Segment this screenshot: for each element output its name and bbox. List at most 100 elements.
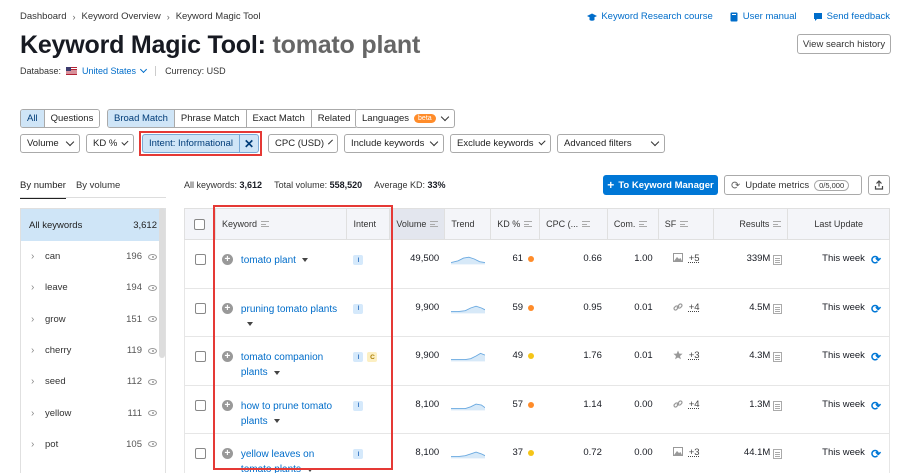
- sidebar-item-seed[interactable]: › seed 112: [21, 366, 165, 397]
- eye-icon[interactable]: [148, 253, 157, 260]
- add-keyword-icon[interactable]: +: [221, 302, 233, 314]
- keyword-link[interactable]: how to prune tomato plants: [241, 399, 342, 429]
- add-keyword-icon[interactable]: +: [221, 448, 233, 460]
- sidebar-item-yellow[interactable]: › yellow 111: [21, 397, 165, 428]
- tab-all[interactable]: All: [21, 110, 45, 127]
- tab-exact-match[interactable]: Exact Match: [246, 110, 312, 127]
- header-kd[interactable]: KD %: [491, 209, 541, 239]
- row-checkbox[interactable]: [194, 448, 206, 460]
- row-checkbox[interactable]: [194, 302, 206, 314]
- kd-filter[interactable]: KD %: [86, 134, 134, 153]
- sidebar-item-pot[interactable]: › pot 105: [21, 429, 165, 460]
- serp-features-more[interactable]: +3: [689, 447, 700, 458]
- row-checkbox[interactable]: [194, 351, 206, 363]
- caret-down-icon[interactable]: [301, 258, 308, 263]
- include-keywords-filter[interactable]: Include keywords: [344, 134, 444, 153]
- header-competition[interactable]: Com.: [608, 209, 659, 239]
- select-all-checkbox[interactable]: [194, 219, 206, 230]
- intent-filter-chip[interactable]: Intent: Informational ✕: [142, 134, 259, 153]
- serp-snapshot-icon[interactable]: [773, 255, 783, 265]
- volume-filter[interactable]: Volume: [20, 134, 80, 153]
- header-cpc[interactable]: CPC (...: [540, 209, 608, 239]
- keyword-link[interactable]: tomato companion plants: [241, 350, 342, 380]
- export-button[interactable]: [868, 175, 890, 195]
- database-select[interactable]: United States: [82, 66, 136, 76]
- kd-difficulty-dot: [528, 450, 535, 457]
- eye-icon[interactable]: [148, 316, 157, 323]
- eye-icon[interactable]: [148, 347, 157, 354]
- header-serp-features[interactable]: SF: [659, 209, 714, 239]
- advanced-filters[interactable]: Advanced filters: [557, 134, 665, 153]
- sidebar-item-leave[interactable]: › leave 194: [21, 272, 165, 303]
- caret-down-icon[interactable]: [246, 321, 253, 326]
- add-keyword-icon[interactable]: +: [221, 399, 233, 411]
- refresh-icon[interactable]: ⟳: [871, 399, 881, 413]
- row-checkbox[interactable]: [194, 254, 206, 265]
- breadcrumb-keyword-overview[interactable]: Keyword Overview: [81, 11, 160, 22]
- refresh-icon[interactable]: ⟳: [871, 302, 881, 316]
- link-icon: [673, 399, 683, 412]
- caret-down-icon[interactable]: [273, 419, 280, 424]
- serp-snapshot-icon[interactable]: [773, 400, 783, 411]
- chevron-right-icon[interactable]: ›: [31, 282, 41, 293]
- tab-phrase-match[interactable]: Phrase Match: [174, 110, 247, 127]
- tab-broad-match[interactable]: Broad Match: [108, 110, 175, 127]
- caret-down-icon[interactable]: [273, 370, 280, 375]
- eye-icon[interactable]: [148, 410, 157, 417]
- keyword-link[interactable]: tomato plant: [241, 253, 308, 268]
- chevron-right-icon[interactable]: ›: [31, 314, 41, 325]
- chevron-right-icon[interactable]: ›: [31, 251, 41, 262]
- serp-features-more[interactable]: +4: [689, 399, 700, 410]
- chevron-right-icon[interactable]: ›: [31, 345, 41, 356]
- serp-snapshot-icon[interactable]: [773, 449, 783, 460]
- caret-down-icon[interactable]: [306, 467, 313, 472]
- sidebar-item-can[interactable]: › can 196: [21, 241, 165, 272]
- row-checkbox[interactable]: [194, 399, 206, 411]
- manual-link[interactable]: User manual: [729, 11, 797, 22]
- header-volume[interactable]: Volume: [390, 209, 446, 239]
- exclude-keywords-filter[interactable]: Exclude keywords: [450, 134, 551, 153]
- header-results[interactable]: Results: [714, 209, 789, 239]
- serp-features-cell: +3: [659, 337, 714, 385]
- view-history-button[interactable]: View search history: [797, 34, 891, 54]
- stat-average-kd: Average KD: 33%: [374, 180, 446, 190]
- add-keyword-icon[interactable]: +: [221, 351, 233, 363]
- sidebar-item-grow[interactable]: › grow 151: [21, 304, 165, 335]
- eye-icon[interactable]: [148, 441, 157, 448]
- sidebar-item-cherry[interactable]: › cherry 119: [21, 335, 165, 366]
- refresh-icon[interactable]: ⟳: [871, 253, 881, 267]
- sidebar-scrollbar[interactable]: [159, 208, 165, 358]
- chevron-right-icon[interactable]: ›: [31, 376, 41, 387]
- refresh-icon[interactable]: ⟳: [871, 350, 881, 364]
- update-metrics-button[interactable]: ⟳ Update metrics 0/5,000: [724, 175, 862, 195]
- page-title-tool: Keyword Magic Tool:: [20, 31, 266, 59]
- eye-icon[interactable]: [148, 378, 157, 385]
- serp-features-more[interactable]: +5: [689, 253, 700, 264]
- header-keyword[interactable]: Keyword: [216, 209, 348, 239]
- refresh-icon[interactable]: ⟳: [871, 447, 881, 461]
- course-link[interactable]: Keyword Research course: [587, 11, 713, 22]
- add-keyword-icon[interactable]: +: [221, 254, 233, 265]
- eye-icon[interactable]: [148, 284, 157, 291]
- serp-snapshot-icon[interactable]: [773, 303, 783, 314]
- breadcrumb-dashboard[interactable]: Dashboard: [20, 11, 66, 22]
- close-icon[interactable]: ✕: [240, 135, 258, 152]
- keyword-link[interactable]: pruning tomato plants: [241, 302, 342, 332]
- tab-questions[interactable]: Questions: [44, 110, 100, 127]
- serp-snapshot-icon[interactable]: [773, 352, 783, 363]
- languages-dropdown[interactable]: Languages beta: [355, 109, 455, 128]
- header-last-update[interactable]: Last Update: [788, 209, 889, 239]
- image-icon: [672, 447, 683, 459]
- to-keyword-manager-button[interactable]: + To Keyword Manager: [603, 175, 718, 195]
- keyword-cell: + pruning tomato plants: [216, 289, 348, 337]
- beta-badge: beta: [414, 114, 436, 123]
- feedback-link[interactable]: Send feedback: [813, 11, 890, 22]
- chevron-right-icon[interactable]: ›: [31, 408, 41, 419]
- keyword-link[interactable]: yellow leaves on tomato plants: [241, 447, 342, 473]
- serp-features-more[interactable]: +3: [689, 350, 700, 361]
- tab-related[interactable]: Related: [311, 110, 357, 127]
- serp-features-more[interactable]: +4: [689, 302, 700, 313]
- sidebar-item-all-keywords[interactable]: All keywords 3,612: [21, 209, 165, 241]
- chevron-right-icon[interactable]: ›: [31, 439, 41, 450]
- cpc-filter[interactable]: CPC (USD): [268, 134, 338, 153]
